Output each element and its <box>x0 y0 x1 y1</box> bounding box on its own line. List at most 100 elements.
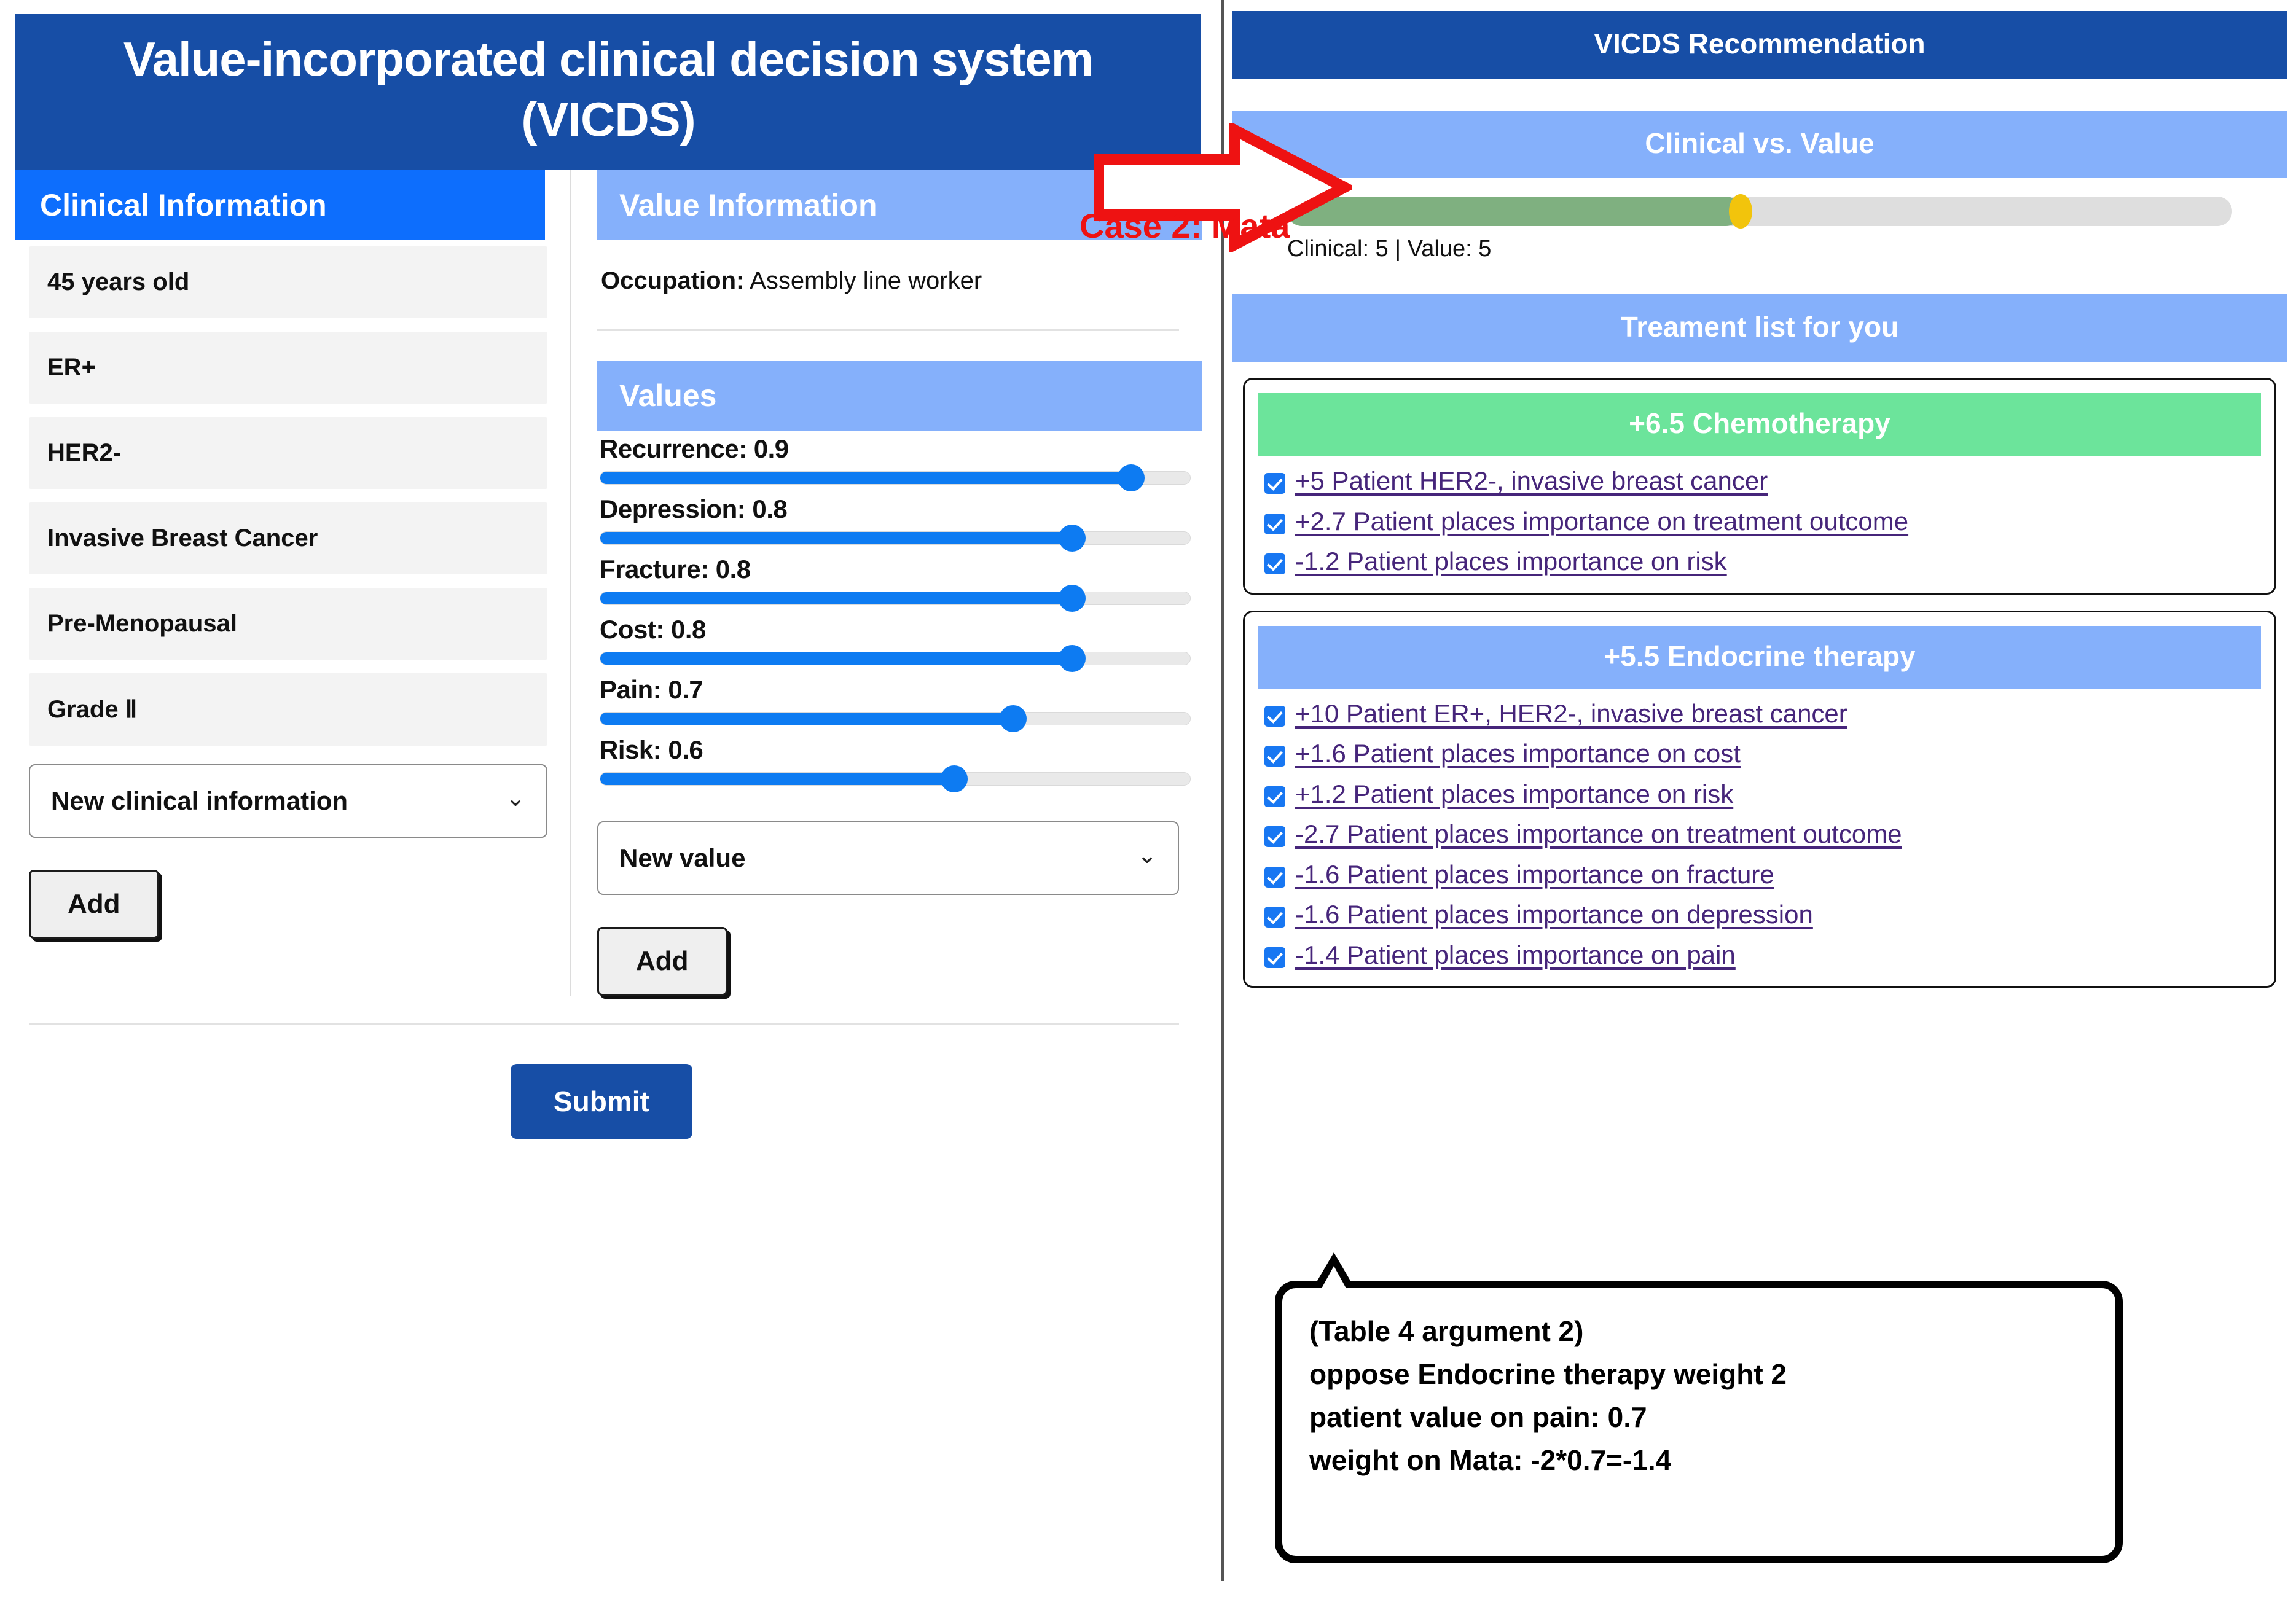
progress-track[interactable] <box>1287 194 2232 229</box>
vicds-app-panel: Value-incorporated clinical decision sys… <box>15 14 1202 1586</box>
clinical-item-age[interactable]: 45 years old <box>29 246 547 318</box>
clinical-information-list: 45 years old ER+ HER2- Invasive Breast C… <box>15 240 570 939</box>
slider-cost-fill <box>600 652 1072 665</box>
checkbox-icon[interactable] <box>1264 866 1285 888</box>
checkbox-icon[interactable] <box>1264 513 1285 534</box>
clinical-item-menopausal[interactable]: Pre-Menopausal <box>29 588 547 660</box>
progress-fill <box>1287 197 1741 226</box>
clinical-item-er[interactable]: ER+ <box>29 332 547 404</box>
reason-row[interactable]: +10 Patient ER+, HER2-, invasive breast … <box>1258 698 2261 729</box>
two-column-layout: Clinical Information 45 years old ER+ HE… <box>15 170 1202 996</box>
reason-row[interactable]: +1.2 Patient places importance on risk <box>1258 779 2261 810</box>
treatment-title-endocrine-therapy: +5.5 Endocrine therapy <box>1258 625 2261 689</box>
slider-risk-knob[interactable] <box>941 765 968 792</box>
callout-line-3: patient value on pain: 0.7 <box>1309 1401 1647 1433</box>
checkbox-icon[interactable] <box>1264 705 1285 727</box>
slider-risk-label: Risk: 0.6 <box>600 735 703 764</box>
slider-recurrence-track[interactable] <box>600 464 1191 491</box>
clinical-vs-value-progress: Clinical: 5 | Value: 5 <box>1232 178 2287 262</box>
slider-pain-track[interactable] <box>600 705 1191 732</box>
checkbox-icon[interactable] <box>1264 826 1285 848</box>
reason-row[interactable]: -1.4 Patient places importance on pain <box>1258 940 2261 971</box>
reason-row[interactable]: +1.6 Patient places importance on cost <box>1258 738 2261 769</box>
recommendation-title: VICDS Recommendation <box>1232 11 2287 79</box>
reason-link[interactable]: +1.6 Patient places importance on cost <box>1295 738 1741 769</box>
occupation-label: Occupation: <box>601 267 745 294</box>
slider-depression-track[interactable] <box>600 525 1191 552</box>
checkbox-icon[interactable] <box>1264 786 1285 807</box>
case-label-annotation: Case 2: Mata <box>1079 206 1290 245</box>
slider-recurrence-label: Recurrence: 0.9 <box>600 434 789 463</box>
clinical-item-diagnosis[interactable]: Invasive Breast Cancer <box>29 502 547 574</box>
checkbox-icon[interactable] <box>1264 553 1285 575</box>
clinical-item-her2[interactable]: HER2- <box>29 417 547 489</box>
reason-row[interactable]: -1.6 Patient places importance on depres… <box>1258 899 2261 930</box>
checkbox-icon[interactable] <box>1264 473 1285 494</box>
checkbox-icon[interactable] <box>1264 746 1285 767</box>
form-divider <box>29 1023 1179 1025</box>
slider-depression[interactable]: Depression: 0.8 <box>597 491 1201 552</box>
reason-row[interactable]: -1.6 Patient places importance on fractu… <box>1258 859 2261 890</box>
reason-link[interactable]: -1.6 Patient places importance on fractu… <box>1295 859 1774 890</box>
slider-fracture-label: Fracture: 0.8 <box>600 555 751 584</box>
reason-link[interactable]: +5 Patient HER2-, invasive breast cancer <box>1295 466 1768 496</box>
slider-risk-track[interactable] <box>600 765 1191 792</box>
slider-cost[interactable]: Cost: 0.8 <box>597 611 1201 672</box>
new-clinical-information-select[interactable]: New clinical information ⌄ <box>29 764 547 838</box>
checkbox-icon[interactable] <box>1264 947 1285 968</box>
reason-link[interactable]: -2.7 Patient places importance on treatm… <box>1295 819 1902 850</box>
slider-depression-knob[interactable] <box>1059 525 1086 552</box>
clinical-vs-value-header: Clinical vs. Value <box>1232 111 2287 178</box>
reason-row[interactable]: +2.7 Patient places importance on treatm… <box>1258 506 2261 537</box>
progress-label: Clinical: 5 | Value: 5 <box>1287 236 1492 262</box>
value-information-column: Value Information Occupation: Assembly l… <box>570 170 1202 996</box>
slider-depression-fill <box>600 532 1072 544</box>
slider-fracture[interactable]: Fracture: 0.8 <box>597 551 1201 612</box>
add-clinical-information-button[interactable]: Add <box>29 870 159 939</box>
slider-cost-track[interactable] <box>600 645 1191 672</box>
reason-row[interactable]: -1.2 Patient places importance on risk <box>1258 546 2261 577</box>
slider-fracture-fill <box>600 592 1072 604</box>
callout-line-1: (Table 4 argument 2) <box>1309 1315 1584 1347</box>
slider-recurrence-knob[interactable] <box>1118 464 1145 491</box>
slider-pain[interactable]: Pain: 0.7 <box>597 671 1201 732</box>
reason-link[interactable]: +10 Patient ER+, HER2-, invasive breast … <box>1295 698 1847 729</box>
callout-line-4: weight on Mata: -2*0.7=-1.4 <box>1309 1444 1672 1476</box>
slider-cost-knob[interactable] <box>1059 645 1086 672</box>
treatment-title-chemotherapy: +6.5 Chemotherapy <box>1258 393 2261 456</box>
slider-fracture-track[interactable] <box>600 585 1191 612</box>
treatment-list-header: Treament list for you <box>1232 294 2287 362</box>
chevron-down-icon: ⌄ <box>506 786 525 811</box>
app-title: Value-incorporated clinical decision sys… <box>15 14 1201 170</box>
vicds-recommendation-panel: VICDS Recommendation Clinical vs. Value … <box>1232 11 2287 988</box>
submit-button[interactable]: Submit <box>511 1064 692 1139</box>
slider-depression-label: Depression: 0.8 <box>600 494 788 523</box>
new-clinical-information-value: New clinical information <box>51 786 348 815</box>
new-value-select[interactable]: New value ⌄ <box>597 821 1179 895</box>
slider-pain-knob[interactable] <box>1000 705 1027 732</box>
treatment-card-endocrine-therapy: +5.5 Endocrine therapy +10 Patient ER+, … <box>1243 610 2276 988</box>
callout-line-2: oppose Endocrine therapy weight 2 <box>1309 1358 1787 1390</box>
occupation-value: Assembly line worker <box>750 267 982 294</box>
slider-risk-fill <box>600 773 954 785</box>
slider-pain-fill <box>600 713 1013 725</box>
new-value-value: New value <box>619 843 746 872</box>
slider-cost-label: Cost: 0.8 <box>600 615 706 644</box>
checkbox-icon[interactable] <box>1264 907 1285 928</box>
reason-link[interactable]: -1.4 Patient places importance on pain <box>1295 940 1736 971</box>
add-value-button[interactable]: Add <box>597 927 727 996</box>
slider-risk[interactable]: Risk: 0.6 <box>597 732 1201 792</box>
reason-link[interactable]: -1.6 Patient places importance on depres… <box>1295 899 1813 930</box>
reason-row[interactable]: -2.7 Patient places importance on treatm… <box>1258 819 2261 850</box>
reason-link[interactable]: -1.2 Patient places importance on risk <box>1295 546 1727 577</box>
reason-row[interactable]: +5 Patient HER2-, invasive breast cancer <box>1258 466 2261 496</box>
reason-link[interactable]: +1.2 Patient places importance on risk <box>1295 779 1733 810</box>
reason-link[interactable]: +2.7 Patient places importance on treatm… <box>1295 506 1908 537</box>
slider-fracture-knob[interactable] <box>1059 585 1086 612</box>
clinical-information-header: Clinical Information <box>15 170 545 240</box>
clinical-item-grade[interactable]: Grade Ⅱ <box>29 673 547 746</box>
treatment-card-chemotherapy: +6.5 Chemotherapy +5 Patient HER2-, inva… <box>1243 378 2276 595</box>
callout-tail <box>1313 1252 1355 1291</box>
slider-recurrence[interactable]: Recurrence: 0.9 <box>597 431 1201 491</box>
values-block: Values Recurrence: 0.9 Depression: 0.8 F… <box>597 331 1202 792</box>
